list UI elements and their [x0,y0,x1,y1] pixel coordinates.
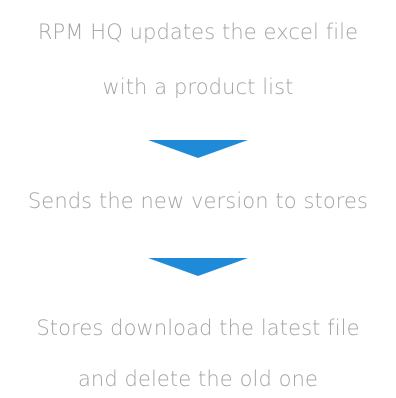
down-arrow-icon [148,258,248,276]
step-1-line-2: with a product list [102,75,294,99]
step-3-line-1: Stores download the latest file [36,316,360,340]
step-1-line-1: RPM HQ updates the excel file [37,20,359,44]
down-arrow-icon [148,140,248,158]
step-2-line-1: Sends the new version to stores [27,189,369,213]
step-3-line-2: and delete the old one [77,367,319,391]
